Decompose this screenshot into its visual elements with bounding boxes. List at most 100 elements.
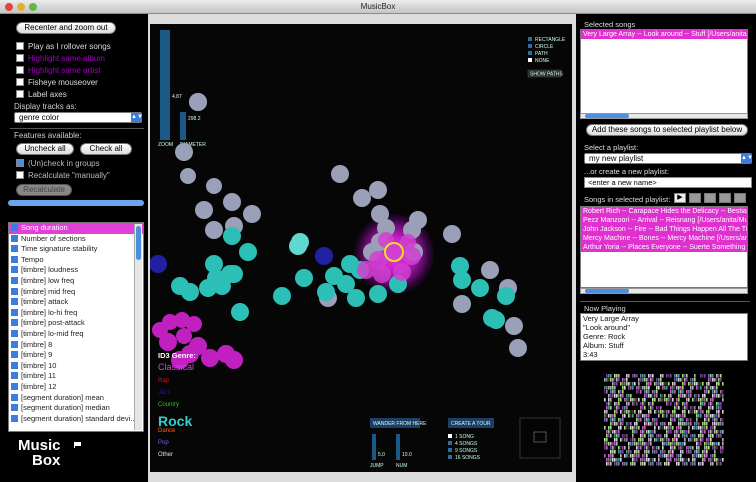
selected-songs-hscroll[interactable] bbox=[580, 113, 748, 119]
features-scrollbar[interactable] bbox=[134, 224, 142, 430]
song-node[interactable] bbox=[180, 168, 196, 184]
genre-legend-item[interactable]: Dance bbox=[158, 428, 176, 434]
song-node[interactable] bbox=[453, 271, 471, 289]
feature-checkbox-icon[interactable] bbox=[11, 319, 18, 327]
song-node[interactable] bbox=[369, 181, 387, 199]
song-node[interactable] bbox=[331, 165, 349, 183]
feature-checkbox-icon[interactable] bbox=[11, 372, 18, 380]
song-node[interactable] bbox=[453, 295, 471, 313]
song-node[interactable] bbox=[509, 339, 527, 357]
feature-list-item[interactable]: Number of sections bbox=[9, 234, 143, 245]
feature-checkbox-icon[interactable] bbox=[11, 329, 18, 337]
features-list[interactable]: Song duration Number of sections Time sign… bbox=[8, 222, 144, 432]
tour-size-option[interactable] bbox=[448, 441, 452, 445]
feature-list-item[interactable]: [timbre] 10 bbox=[9, 361, 143, 372]
song-node[interactable] bbox=[176, 328, 192, 344]
playlist-songs-list[interactable]: Robert Rich -- Carapace Hides the Delica… bbox=[580, 206, 748, 288]
tour-size-option[interactable] bbox=[448, 434, 452, 438]
song-node[interactable] bbox=[223, 227, 241, 245]
playlist-song-item[interactable]: Arthur Yoria -- Places Everyone -- Suert… bbox=[581, 243, 747, 252]
feature-list-item[interactable]: Tempo bbox=[9, 255, 143, 266]
feature-checkbox-icon[interactable] bbox=[11, 234, 18, 242]
option-checkbox[interactable]: Highlight same album bbox=[16, 54, 105, 64]
song-node[interactable] bbox=[223, 193, 241, 211]
feature-checkbox-icon[interactable] bbox=[11, 266, 18, 274]
feature-checkbox-icon[interactable] bbox=[11, 361, 18, 369]
feature-checkbox-icon[interactable] bbox=[11, 287, 18, 295]
feature-list-item[interactable]: [timbre] low freq bbox=[9, 276, 143, 287]
tour-size-option[interactable] bbox=[448, 448, 452, 452]
recalculate-button[interactable]: Recalculate bbox=[16, 184, 72, 196]
song-node[interactable] bbox=[201, 349, 219, 367]
song-node[interactable] bbox=[221, 265, 239, 283]
feature-checkbox-icon[interactable] bbox=[11, 404, 18, 412]
song-node[interactable] bbox=[295, 269, 313, 287]
display-tracks-select[interactable]: genre color ▲▼ bbox=[14, 112, 143, 123]
selected-song-item[interactable]: Very Large Array -- Look around -- Stuff… bbox=[581, 30, 747, 39]
genre-legend-item[interactable]: Country bbox=[158, 402, 179, 408]
tour-size-option[interactable] bbox=[448, 455, 452, 459]
playlist-play-button[interactable]: ▶ bbox=[674, 193, 686, 203]
feature-checkbox-icon[interactable] bbox=[11, 308, 18, 316]
song-node[interactable] bbox=[393, 263, 411, 281]
feature-checkbox-icon[interactable] bbox=[11, 276, 18, 284]
song-node[interactable] bbox=[289, 237, 307, 255]
shape-mode-toggle[interactable] bbox=[528, 37, 532, 41]
option-checkbox[interactable]: Label axes bbox=[16, 90, 67, 100]
music-map-canvas[interactable]: 4.87 298.2 ZOOM DIAMETER RECTANGLE CIRCLE… bbox=[150, 24, 572, 472]
genre-legend-item[interactable]: Classical bbox=[158, 362, 194, 372]
playlist-hscroll[interactable] bbox=[580, 288, 748, 294]
playlist-song-item[interactable]: Pezz Manzoori -- Arrival -- Reisnang [/U… bbox=[581, 216, 747, 225]
option-checkbox[interactable]: Highlight same artist bbox=[16, 66, 100, 76]
feature-list-item[interactable]: [timbre] loudness bbox=[9, 265, 143, 276]
diameter-slider[interactable] bbox=[180, 112, 186, 140]
feature-checkbox-icon[interactable] bbox=[11, 340, 18, 348]
option-checkbox[interactable]: Play as I rollover songs bbox=[16, 42, 111, 52]
genre-legend-item[interactable]: Jazz bbox=[158, 390, 170, 396]
hscroll-thumb[interactable] bbox=[585, 289, 629, 293]
music-map-svg[interactable]: 4.87 298.2 ZOOM DIAMETER RECTANGLECIRCLE… bbox=[150, 24, 572, 472]
song-node[interactable] bbox=[386, 244, 402, 260]
new-playlist-name-input[interactable] bbox=[584, 177, 752, 188]
feature-checkbox-icon[interactable] bbox=[11, 393, 18, 401]
song-node[interactable] bbox=[369, 285, 387, 303]
playlist-control-button-1[interactable] bbox=[689, 193, 701, 203]
feature-list-item[interactable]: [timbre] lo-mid freq bbox=[9, 329, 143, 340]
hscroll-thumb[interactable] bbox=[585, 114, 629, 118]
feature-list-item[interactable]: [timbre] 11 bbox=[9, 371, 143, 382]
feature-list-item[interactable]: [segment duration] standard devi... bbox=[9, 414, 143, 425]
feature-list-item[interactable]: Song duration bbox=[9, 223, 143, 234]
feature-list-item[interactable]: [timbre] 8 bbox=[9, 340, 143, 351]
genre-legend-item[interactable]: Other bbox=[158, 452, 173, 458]
genre-legend-item[interactable]: Rock bbox=[158, 413, 192, 429]
song-node[interactable] bbox=[225, 351, 243, 369]
selected-songs-list[interactable]: Very Large Array -- Look around -- Stuff… bbox=[580, 29, 748, 115]
recalculate-manually-checkbox[interactable]: Recalculate "manually" bbox=[16, 171, 110, 181]
uncheck-all-button[interactable]: Uncheck all bbox=[16, 143, 74, 155]
feature-checkbox-icon[interactable] bbox=[11, 255, 18, 263]
song-node[interactable] bbox=[273, 287, 291, 305]
song-node[interactable] bbox=[505, 317, 523, 335]
playlist-select[interactable]: my new playlist ▲▼ bbox=[584, 153, 753, 164]
shape-mode-toggle[interactable] bbox=[528, 51, 532, 55]
features-scroll-thumb[interactable] bbox=[136, 226, 141, 260]
song-node[interactable] bbox=[315, 247, 333, 265]
song-node[interactable] bbox=[373, 265, 391, 283]
feature-checkbox-icon[interactable] bbox=[11, 414, 18, 422]
song-node[interactable] bbox=[481, 261, 499, 279]
genre-legend-item[interactable]: Pop bbox=[158, 440, 169, 446]
song-node[interactable] bbox=[443, 225, 461, 243]
song-node[interactable] bbox=[403, 247, 421, 265]
feature-checkbox-icon[interactable] bbox=[11, 382, 18, 390]
song-node[interactable] bbox=[357, 261, 375, 279]
song-node[interactable] bbox=[205, 221, 223, 239]
song-node[interactable] bbox=[206, 178, 222, 194]
recenter-zoom-out-button[interactable]: Recenter and zoom out bbox=[16, 22, 116, 34]
feature-checkbox-icon[interactable] bbox=[11, 245, 18, 253]
jump-slider[interactable] bbox=[372, 434, 376, 460]
feature-list-item[interactable]: [segment duration] mean bbox=[9, 393, 143, 404]
feature-checkbox-icon[interactable] bbox=[11, 224, 18, 231]
zoom-slider[interactable] bbox=[160, 30, 170, 140]
song-node[interactable] bbox=[317, 283, 335, 301]
song-node[interactable] bbox=[175, 143, 193, 161]
